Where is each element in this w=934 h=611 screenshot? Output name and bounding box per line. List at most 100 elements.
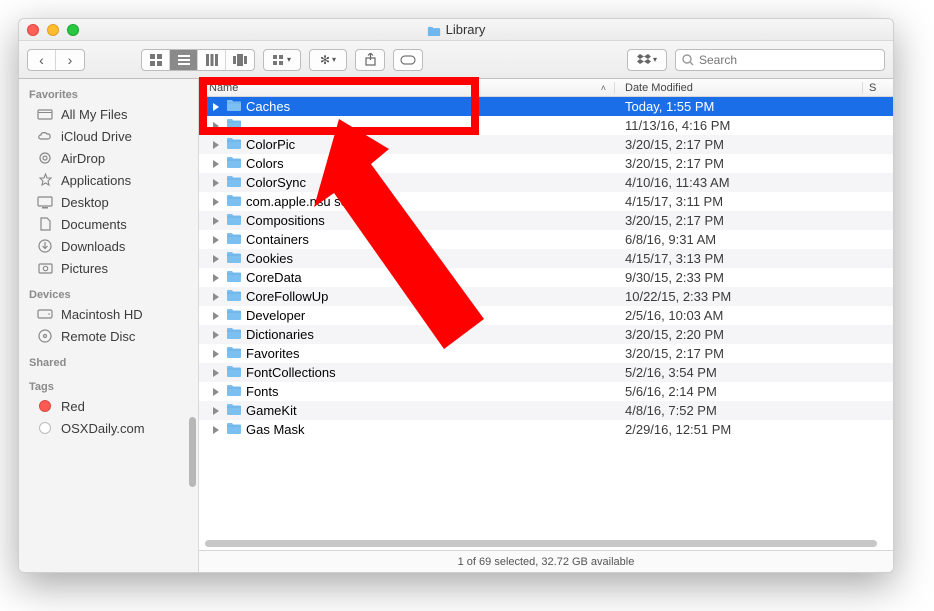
sidebar-section-favorites[interactable]: Favorites — [19, 87, 198, 103]
sidebar-section-devices[interactable]: Devices — [19, 287, 198, 303]
file-row[interactable]: Favorites3/20/15, 2:17 PM — [199, 344, 893, 363]
arrange-button[interactable]: ▾ — [264, 50, 300, 70]
column-view-button[interactable] — [198, 50, 226, 70]
folder-icon — [226, 365, 242, 381]
sidebar-item-desktop[interactable]: Desktop — [19, 191, 198, 213]
sidebar-tag-red[interactable]: Red — [19, 395, 198, 417]
sidebar-section-tags[interactable]: Tags — [19, 379, 198, 395]
forward-button[interactable]: › — [56, 50, 84, 70]
sidebar-scrollbar[interactable] — [189, 417, 196, 487]
disclosure-triangle-icon[interactable] — [213, 426, 219, 434]
disclosure-triangle-icon[interactable] — [213, 274, 219, 282]
file-row[interactable]: GameKit4/8/16, 7:52 PM — [199, 401, 893, 420]
disclosure-triangle-icon[interactable] — [213, 179, 219, 187]
sidebar-item-downloads[interactable]: Downloads — [19, 235, 198, 257]
disclosure-triangle-icon[interactable] — [213, 331, 219, 339]
sidebar-item-applications[interactable]: Applications — [19, 169, 198, 191]
sidebar-item-pictures[interactable]: Pictures — [19, 257, 198, 279]
disclosure-triangle-icon[interactable] — [213, 160, 219, 168]
file-row[interactable]: Gas Mask2/29/16, 12:51 PM — [199, 420, 893, 439]
file-row[interactable]: CachesToday, 1:55 PM — [199, 97, 893, 116]
file-name-label: Dictionaries — [246, 327, 314, 342]
column-header-name[interactable]: Name ˄ — [199, 82, 615, 94]
minimize-button[interactable] — [47, 24, 59, 36]
disclosure-triangle-icon[interactable] — [213, 255, 219, 263]
sidebar-item-documents[interactable]: Documents — [19, 213, 198, 235]
folder-icon — [427, 24, 441, 35]
sidebar-item-airdrop[interactable]: AirDrop — [19, 147, 198, 169]
file-date-cell: 5/6/16, 2:14 PM — [615, 384, 863, 399]
file-date-cell: 4/15/17, 3:13 PM — [615, 251, 863, 266]
file-date-cell: 4/8/16, 7:52 PM — [615, 403, 863, 418]
file-row[interactable]: Dictionaries3/20/15, 2:20 PM — [199, 325, 893, 344]
status-bar: 1 of 69 selected, 32.72 GB available — [199, 550, 893, 572]
disclosure-triangle-icon[interactable] — [213, 312, 219, 320]
file-list[interactable]: CachesToday, 1:55 PM11/13/16, 4:16 PMCol… — [199, 97, 893, 550]
disclosure-triangle-icon[interactable] — [213, 217, 219, 225]
disclosure-triangle-icon[interactable] — [213, 103, 219, 111]
file-name-cell: Fonts — [199, 384, 615, 400]
disclosure-triangle-icon[interactable] — [213, 198, 219, 206]
file-row[interactable]: ColorSync4/10/16, 11:43 AM — [199, 173, 893, 192]
file-row[interactable]: Containers6/8/16, 9:31 AM — [199, 230, 893, 249]
dropbox-button[interactable]: ▾ — [627, 49, 667, 71]
file-name-label: CoreData — [246, 270, 302, 285]
folder-icon — [226, 270, 242, 286]
share-button[interactable] — [355, 49, 385, 71]
file-row[interactable]: Compositions3/20/15, 2:17 PM — [199, 211, 893, 230]
file-row[interactable]: Fonts 5/6/16, 2:14 PM — [199, 382, 893, 401]
column-header-size[interactable]: S — [863, 82, 893, 94]
disclosure-triangle-icon[interactable] — [213, 369, 219, 377]
window-title: Library — [19, 22, 893, 37]
file-name-label: Fonts — [246, 384, 279, 399]
file-row[interactable]: com.apple.nsu sessiond4/15/17, 3:11 PM — [199, 192, 893, 211]
disclosure-triangle-icon[interactable] — [213, 407, 219, 415]
search-field[interactable] — [675, 49, 885, 71]
sidebar-tag-osxdaily[interactable]: OSXDaily.com — [19, 417, 198, 439]
file-name-label: Cookies — [246, 251, 293, 266]
file-row[interactable]: ColorPic3/20/15, 2:17 PM — [199, 135, 893, 154]
disclosure-triangle-icon[interactable] — [213, 236, 219, 244]
search-input[interactable] — [699, 53, 878, 67]
horizontal-scrollbar[interactable] — [205, 540, 877, 547]
sidebar-section-shared[interactable]: Shared — [19, 355, 198, 371]
icon-view-button[interactable] — [142, 50, 170, 70]
file-date-cell: 2/5/16, 10:03 AM — [615, 308, 863, 323]
search-icon — [682, 54, 694, 66]
file-name-cell: FontCollections — [199, 365, 615, 381]
column-header-date[interactable]: Date Modified — [615, 82, 863, 94]
file-row[interactable]: CoreFollowUp10/22/15, 2:33 PM — [199, 287, 893, 306]
folder-icon — [226, 175, 242, 191]
coverflow-view-button[interactable] — [226, 50, 254, 70]
file-row[interactable]: Developer2/5/16, 10:03 AM — [199, 306, 893, 325]
disclosure-triangle-icon[interactable] — [213, 350, 219, 358]
sidebar-item-all-my-files[interactable]: All My Files — [19, 103, 198, 125]
sidebar-item-macintosh-hd[interactable]: Macintosh HD — [19, 303, 198, 325]
close-button[interactable] — [27, 24, 39, 36]
edit-tags-button[interactable] — [393, 49, 423, 71]
sort-ascending-icon: ˄ — [601, 83, 606, 93]
sidebar-item-remote-disc[interactable]: Remote Disc — [19, 325, 198, 347]
back-button[interactable]: ‹ — [28, 50, 56, 70]
file-name-label: ColorPic — [246, 137, 295, 152]
sidebar-item-icloud-drive[interactable]: iCloud Drive — [19, 125, 198, 147]
file-row[interactable]: 11/13/16, 4:16 PM — [199, 116, 893, 135]
list-view-button[interactable] — [170, 50, 198, 70]
file-row[interactable]: Cookies 4/15/17, 3:13 PM — [199, 249, 893, 268]
disclosure-triangle-icon[interactable] — [213, 141, 219, 149]
file-row[interactable]: Colors3/20/15, 2:17 PM — [199, 154, 893, 173]
file-row[interactable]: FontCollections5/2/16, 3:54 PM — [199, 363, 893, 382]
disc-icon — [37, 329, 53, 343]
disclosure-triangle-icon[interactable] — [213, 122, 219, 130]
disclosure-triangle-icon[interactable] — [213, 293, 219, 301]
action-button[interactable]: ✻ ▾ — [310, 50, 346, 70]
zoom-button[interactable] — [67, 24, 79, 36]
file-name-cell: CoreData — [199, 270, 615, 286]
grid-icon — [150, 54, 162, 66]
file-name-cell: Dictionaries — [199, 327, 615, 343]
file-date-cell: 3/20/15, 2:17 PM — [615, 213, 863, 228]
disclosure-triangle-icon[interactable] — [213, 388, 219, 396]
columns-icon — [206, 54, 218, 66]
file-row[interactable]: CoreData9/30/15, 2:33 PM — [199, 268, 893, 287]
file-name-cell: Colors — [199, 156, 615, 172]
